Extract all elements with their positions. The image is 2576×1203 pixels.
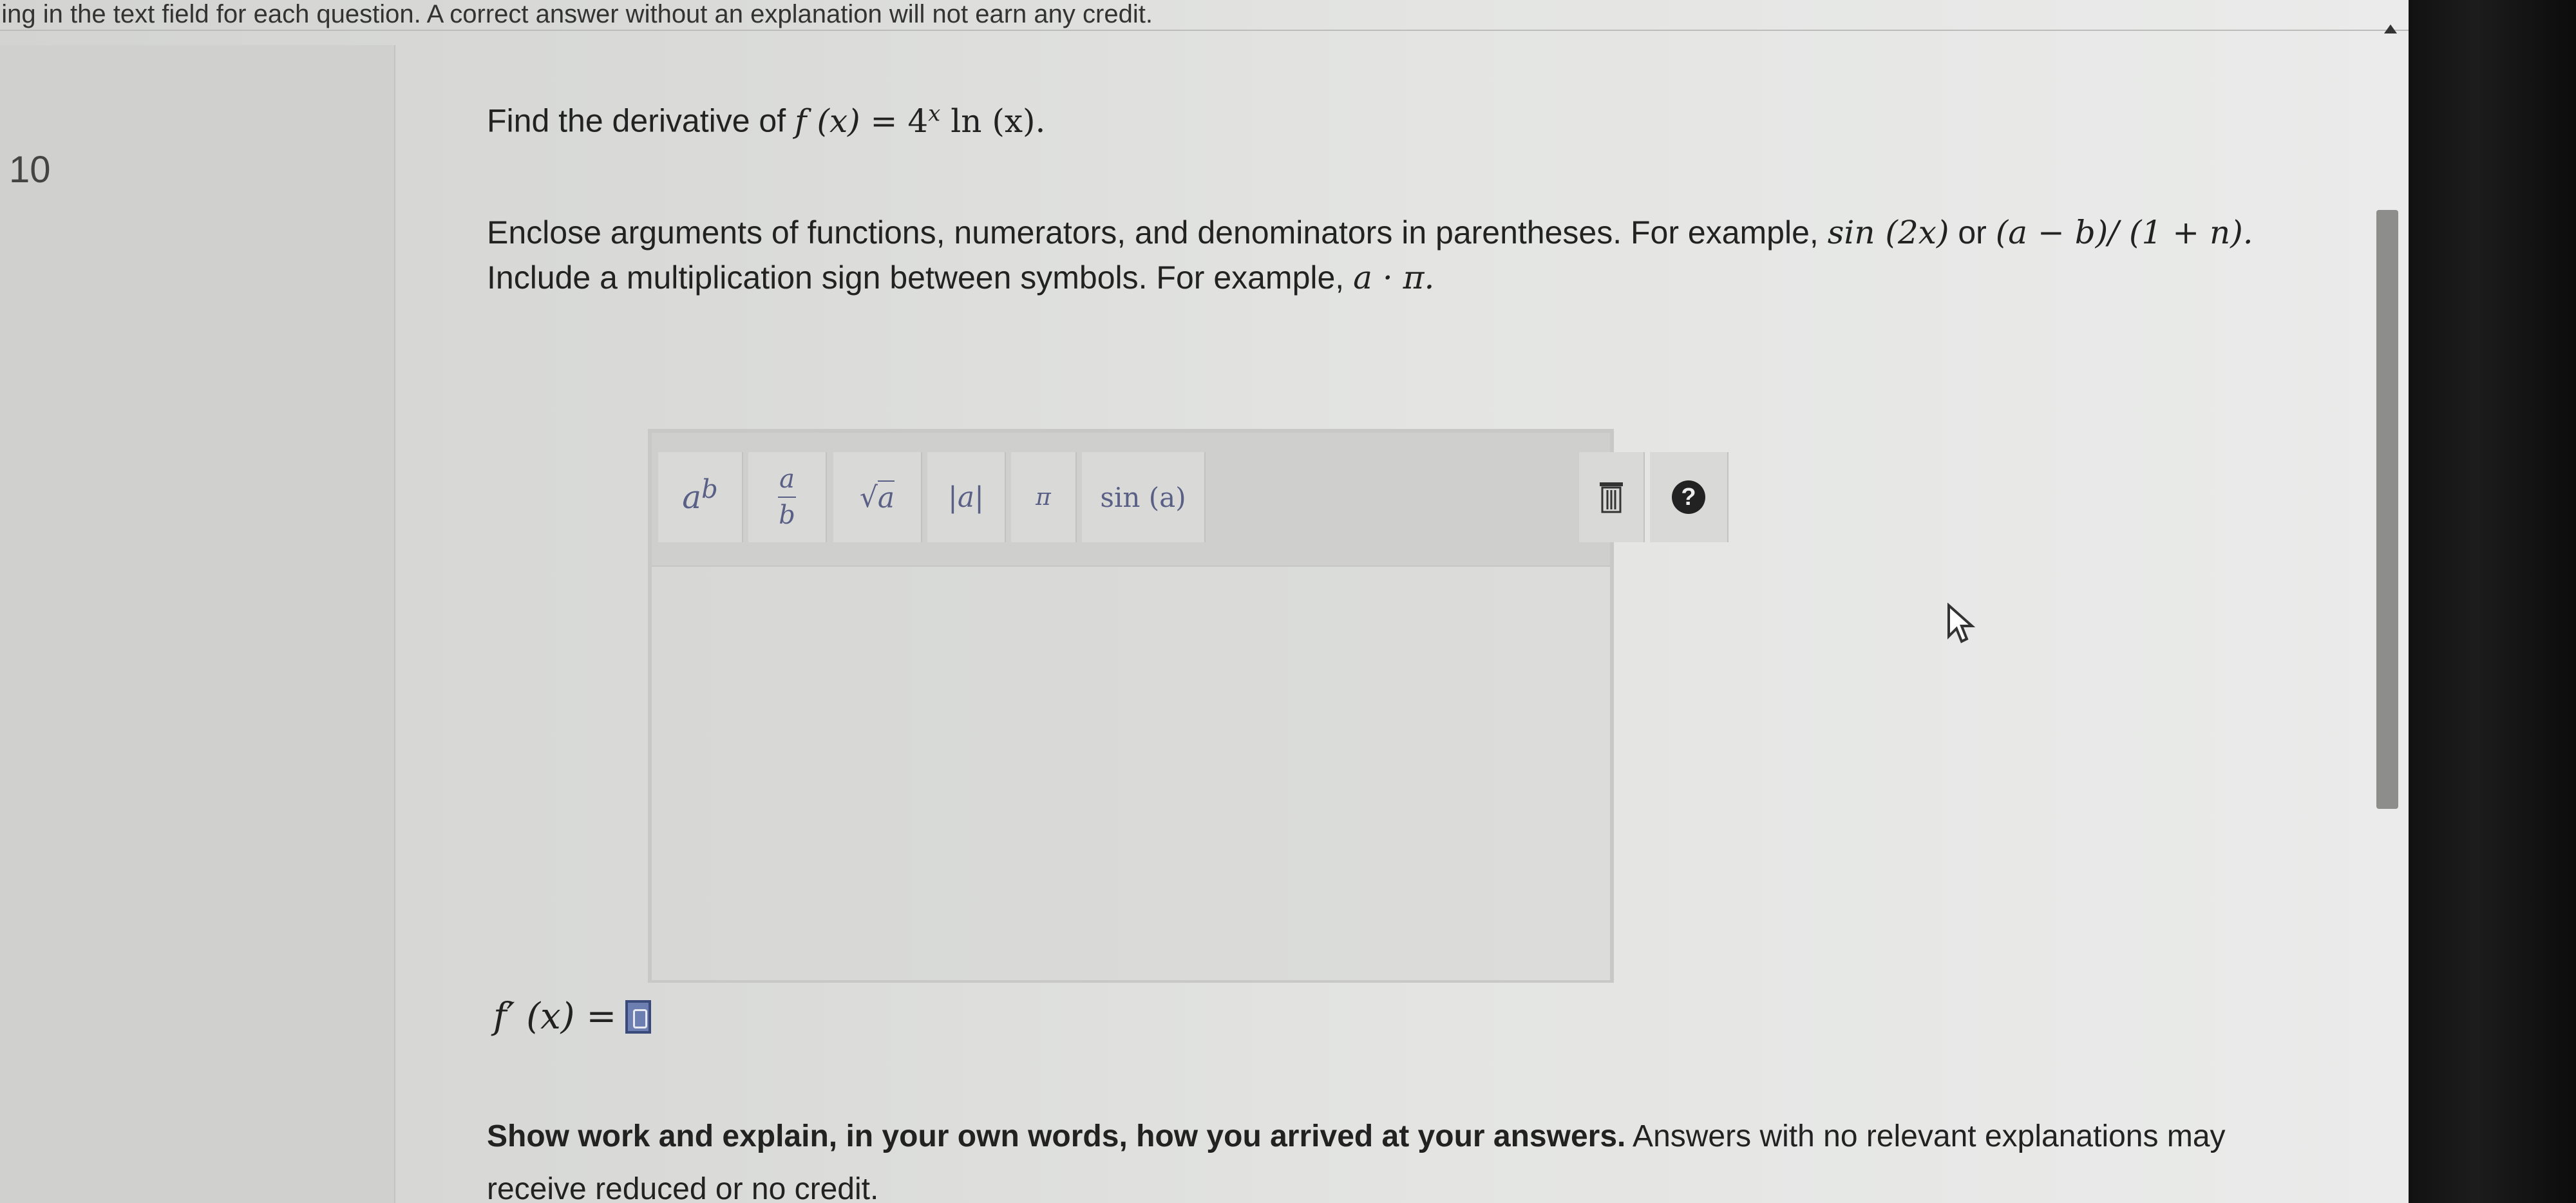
sin-button[interactable]: sin (a): [1082, 452, 1206, 542]
scroll-up-icon[interactable]: [2384, 24, 2397, 33]
answer-input-icon[interactable]: [625, 999, 652, 1034]
math-editor: ab a b √ a |a| π sin (a) ?: [648, 429, 1728, 983]
question-number-column: 10: [0, 45, 395, 1203]
math-input-area[interactable]: [652, 565, 1610, 980]
power-button[interactable]: ab: [658, 452, 743, 542]
monitor-bezel: [2409, 0, 2576, 1203]
prompt-text: Find the derivative of: [487, 102, 786, 139]
question-prompt: Find the derivative of f (x) = 4x ln (x)…: [487, 100, 1045, 140]
question-content: Find the derivative of f (x) = 4x ln (x)…: [487, 0, 2409, 1203]
help-button[interactable]: ?: [1650, 452, 1728, 542]
math-toolbar: ab a b √ a |a| π sin (a) ?: [652, 433, 1728, 565]
answer-row: f′ (x) =: [493, 996, 652, 1037]
pi-button[interactable]: π: [1011, 452, 1077, 542]
trash-button[interactable]: [1579, 452, 1645, 542]
quiz-screen: ning in the text field for each question…: [0, 0, 2409, 1203]
absolute-value-button[interactable]: |a|: [927, 452, 1006, 542]
scrollbar-thumb[interactable]: [2376, 210, 2398, 809]
show-work-instructions: Show work and explain, in your own words…: [487, 1119, 2226, 1203]
answer-label: f′ (x) =: [493, 996, 617, 1037]
question-number: 10: [9, 149, 51, 191]
mouse-cursor-icon: [1947, 603, 1976, 643]
instruction-parentheses: Enclose arguments of functions, numerato…: [487, 214, 2253, 251]
help-icon: ?: [1672, 480, 1705, 514]
fraction-button[interactable]: a b: [748, 452, 827, 542]
trash-icon: [1600, 482, 1623, 513]
function-expression: f (x) = 4x ln (x).: [795, 100, 1046, 140]
sqrt-button[interactable]: √ a: [833, 452, 922, 542]
instruction-multiplication: Include a multiplication sign between sy…: [487, 259, 1435, 296]
